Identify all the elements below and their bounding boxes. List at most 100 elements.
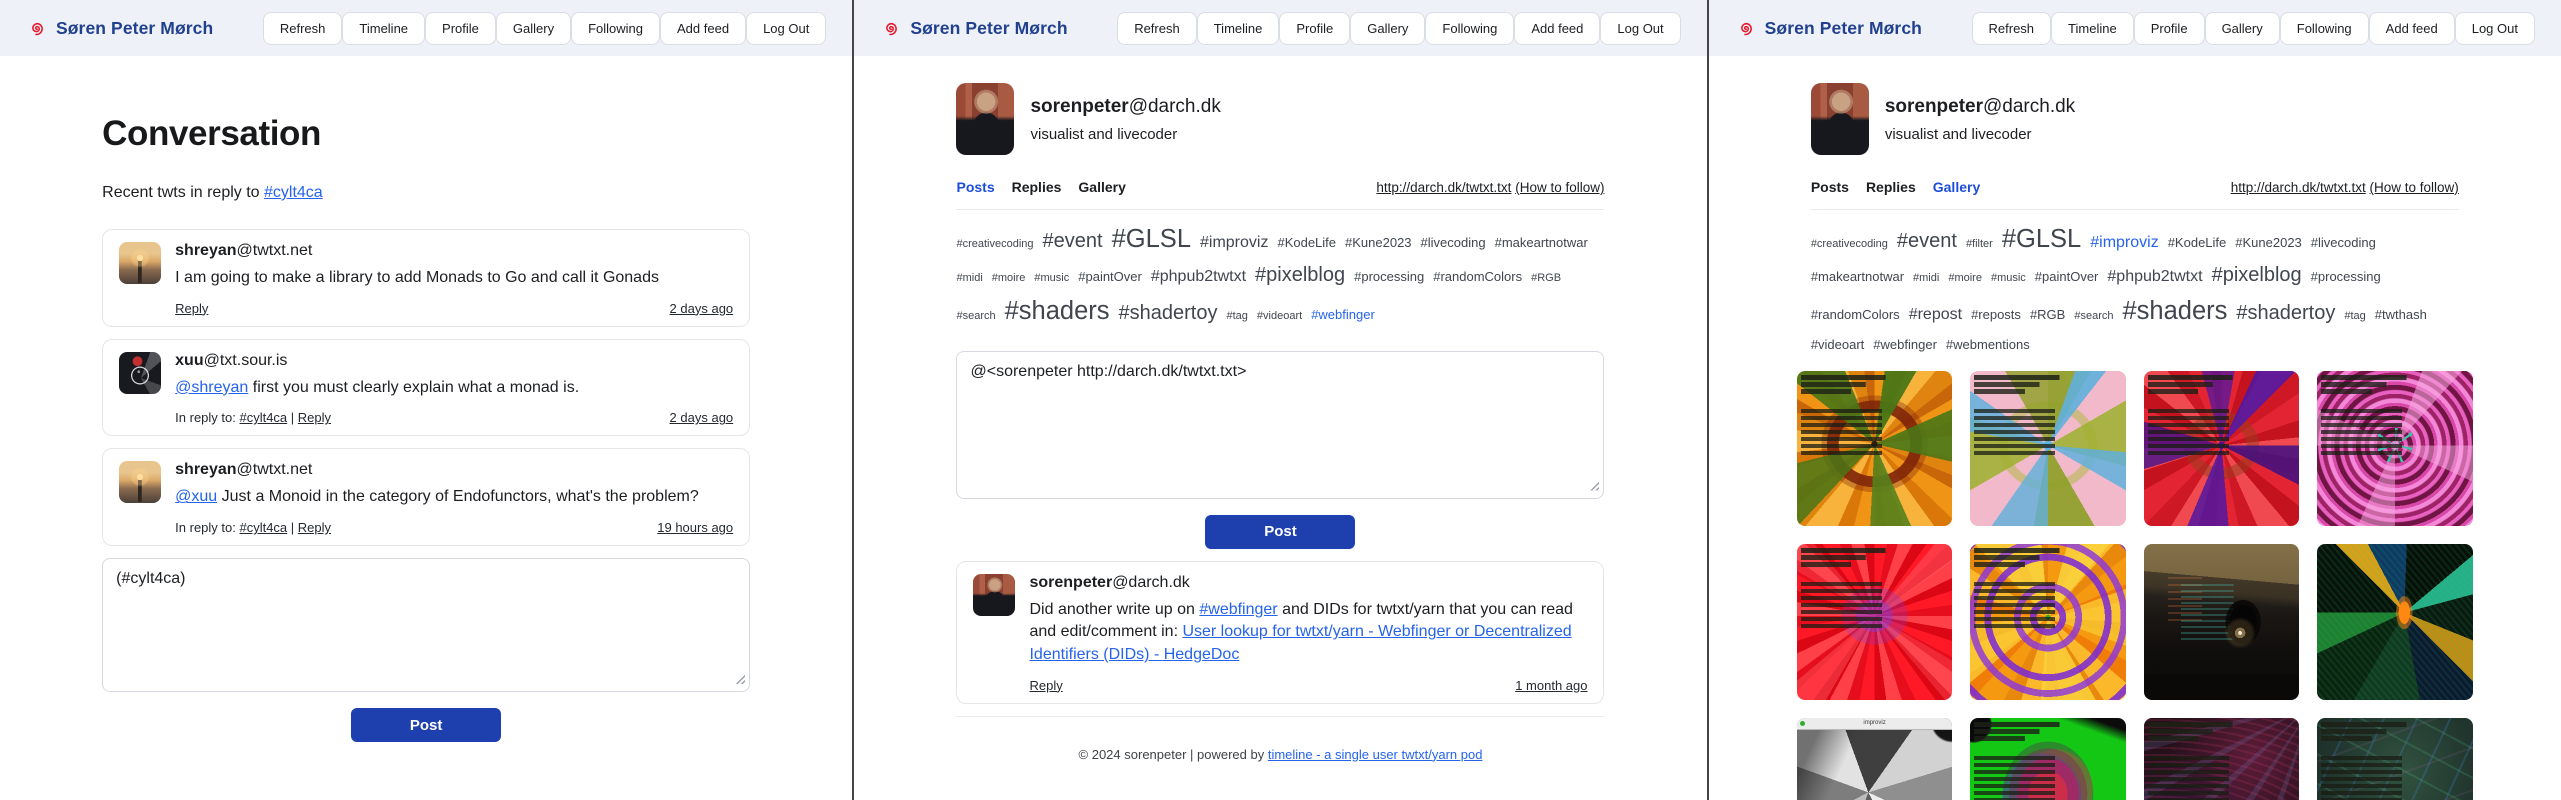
nav-button-log-out[interactable]: Log Out bbox=[746, 12, 826, 45]
hashtag-shaders[interactable]: #shaders bbox=[1005, 292, 1110, 330]
nav-button-profile[interactable]: Profile bbox=[1279, 12, 1350, 45]
reply-link[interactable]: Reply bbox=[298, 520, 331, 535]
in-reply-to-link[interactable]: #cylt4ca bbox=[239, 520, 287, 535]
hashtag-twthash[interactable]: #twthash bbox=[2375, 305, 2427, 325]
nav-button-following[interactable]: Following bbox=[571, 12, 660, 45]
hashtag-KodeLife[interactable]: #KodeLife bbox=[2168, 233, 2227, 253]
nav-button-refresh[interactable]: Refresh bbox=[263, 12, 343, 45]
hashtag-Kune2023[interactable]: #Kune2023 bbox=[1345, 233, 1412, 253]
gallery-image-orange-green-kaleidoscope[interactable] bbox=[1797, 371, 1953, 527]
nav-button-profile[interactable]: Profile bbox=[2134, 12, 2205, 45]
reply-link[interactable]: Reply bbox=[298, 410, 331, 425]
hashtag-randomColors[interactable]: #randomColors bbox=[1811, 305, 1900, 325]
how-to-follow-link[interactable]: (How to follow) bbox=[2370, 180, 2459, 195]
hashtag-pixelblog[interactable]: #pixelblog bbox=[2212, 260, 2302, 290]
timestamp-link[interactable]: 19 hours ago bbox=[657, 520, 733, 535]
nav-button-add-feed[interactable]: Add feed bbox=[2369, 12, 2455, 45]
brand-link[interactable]: Søren Peter Mørch bbox=[26, 17, 213, 39]
nav-button-gallery[interactable]: Gallery bbox=[1350, 12, 1425, 45]
conversation-hash-link[interactable]: #cylt4ca bbox=[264, 184, 323, 201]
nav-button-refresh[interactable]: Refresh bbox=[1972, 12, 2052, 45]
gallery-image-magenta-rings-kaleidoscope[interactable] bbox=[2317, 371, 2473, 527]
nav-button-timeline[interactable]: Timeline bbox=[342, 12, 425, 45]
hashtag-phpub2twtxt[interactable]: #phpub2twtxt bbox=[1151, 265, 1246, 289]
hashtag-filter[interactable]: #filter bbox=[1966, 236, 1993, 253]
brand-link[interactable]: Søren Peter Mørch bbox=[1735, 17, 1922, 39]
hashtag-videoart[interactable]: #videoart bbox=[1811, 335, 1864, 355]
hashtag-makeartnotwar[interactable]: #makeartnotwar bbox=[1811, 267, 1904, 287]
tab-posts[interactable]: Posts bbox=[956, 179, 994, 195]
powered-by-link[interactable]: timeline - a single user twtxt/yarn pod bbox=[1268, 747, 1483, 762]
post-button[interactable]: Post bbox=[351, 708, 501, 742]
how-to-follow-link[interactable]: (How to follow) bbox=[1515, 180, 1604, 195]
reply-link[interactable]: Reply bbox=[1029, 678, 1062, 693]
tab-gallery[interactable]: Gallery bbox=[1078, 179, 1125, 195]
twt-composer-input[interactable]: @<sorenpeter http://darch.dk/twtxt.txt> bbox=[956, 351, 1604, 499]
hashtag-webfinger[interactable]: #webfinger bbox=[1311, 305, 1375, 325]
hashtag-creativecoding[interactable]: #creativecoding bbox=[1811, 236, 1888, 253]
hashtag-tag[interactable]: #tag bbox=[2344, 308, 2365, 325]
gallery-image-dark-wave-lines[interactable] bbox=[2144, 718, 2300, 800]
hashtag-shadertoy[interactable]: #shadertoy bbox=[2236, 298, 2335, 328]
hashtag-pixelblog[interactable]: #pixelblog bbox=[1255, 260, 1345, 290]
tab-gallery[interactable]: Gallery bbox=[1933, 179, 1980, 195]
nav-button-refresh[interactable]: Refresh bbox=[1117, 12, 1197, 45]
hashtag-music[interactable]: #music bbox=[1991, 270, 2026, 287]
nav-button-timeline[interactable]: Timeline bbox=[1197, 12, 1280, 45]
feed-url-link[interactable]: http://darch.dk/twtxt.txt bbox=[2231, 180, 2366, 195]
hashtag-paintOver[interactable]: #paintOver bbox=[1078, 267, 1142, 287]
hashtag-midi[interactable]: #midi bbox=[956, 270, 982, 287]
twt-link[interactable]: @shreyan bbox=[175, 379, 248, 396]
gallery-image-dark-noise-pattern[interactable] bbox=[2317, 718, 2473, 800]
hashtag-event[interactable]: #event bbox=[1043, 226, 1103, 256]
gallery-image-grayscale-improviz-window[interactable]: improviz bbox=[1797, 718, 1953, 800]
nav-button-timeline[interactable]: Timeline bbox=[2051, 12, 2134, 45]
hashtag-tag[interactable]: #tag bbox=[1227, 308, 1248, 325]
gallery-image-livecoding-performance-photo[interactable] bbox=[2144, 544, 2300, 700]
timestamp-link[interactable]: 2 days ago bbox=[670, 410, 734, 425]
hashtag-search[interactable]: #search bbox=[956, 308, 995, 325]
hashtag-processing[interactable]: #processing bbox=[1354, 267, 1424, 287]
hashtag-moire[interactable]: #moire bbox=[992, 270, 1026, 287]
hashtag-GLSL[interactable]: #GLSL bbox=[1112, 220, 1191, 258]
hashtag-search[interactable]: #search bbox=[2074, 308, 2113, 325]
hashtag-Kune2023[interactable]: #Kune2023 bbox=[2235, 233, 2302, 253]
hashtag-reposts[interactable]: #reposts bbox=[1971, 305, 2021, 325]
timestamp-link[interactable]: 2 days ago bbox=[670, 301, 734, 316]
feed-url-link[interactable]: http://darch.dk/twtxt.txt bbox=[1376, 180, 1511, 195]
hashtag-shaders[interactable]: #shaders bbox=[2122, 292, 2227, 330]
hashtag-GLSL[interactable]: #GLSL bbox=[2002, 220, 2081, 258]
twt-link[interactable]: User lookup for twtxt/yarn - Webfinger o… bbox=[1029, 623, 1571, 663]
hashtag-RGB[interactable]: #RGB bbox=[2030, 305, 2065, 325]
timestamp-link[interactable]: 1 month ago bbox=[1515, 678, 1587, 693]
hashtag-midi[interactable]: #midi bbox=[1913, 270, 1939, 287]
in-reply-to-link[interactable]: #cylt4ca bbox=[239, 410, 287, 425]
hashtag-makeartnotwar[interactable]: #makeartnotwar bbox=[1495, 233, 1588, 253]
reply-link[interactable]: Reply bbox=[175, 301, 208, 316]
gallery-image-orange-purple-kaleidoscope[interactable] bbox=[1970, 544, 2126, 700]
nav-button-gallery[interactable]: Gallery bbox=[496, 12, 571, 45]
gallery-image-green-wireframe-blob[interactable] bbox=[1970, 718, 2126, 800]
gallery-image-pink-olive-kaleidoscope[interactable] bbox=[1970, 371, 2126, 527]
hashtag-event[interactable]: #event bbox=[1897, 226, 1957, 256]
hashtag-creativecoding[interactable]: #creativecoding bbox=[956, 236, 1033, 253]
hashtag-music[interactable]: #music bbox=[1034, 270, 1069, 287]
nav-button-log-out[interactable]: Log Out bbox=[1600, 12, 1680, 45]
tab-replies[interactable]: Replies bbox=[1866, 179, 1916, 195]
gallery-image-red-radial-burst[interactable] bbox=[1797, 544, 1953, 700]
hashtag-moire[interactable]: #moire bbox=[1948, 270, 1982, 287]
hashtag-webmentions[interactable]: #webmentions bbox=[1946, 335, 2030, 355]
nav-button-add-feed[interactable]: Add feed bbox=[660, 12, 746, 45]
gallery-image-red-purple-kaleidoscope[interactable] bbox=[2144, 371, 2300, 527]
hashtag-videoart[interactable]: #videoart bbox=[1257, 308, 1302, 325]
hashtag-processing[interactable]: #processing bbox=[2311, 267, 2381, 287]
hashtag-phpub2twtxt[interactable]: #phpub2twtxt bbox=[2107, 265, 2202, 289]
hashtag-shadertoy[interactable]: #shadertoy bbox=[1119, 298, 1218, 328]
hashtag-improviz[interactable]: #improviz bbox=[1200, 231, 1268, 255]
post-button[interactable]: Post bbox=[1205, 515, 1355, 549]
twt-link[interactable]: @xuu bbox=[175, 488, 217, 505]
nav-button-following[interactable]: Following bbox=[2280, 12, 2369, 45]
twt-composer-input[interactable]: (#cylt4ca) bbox=[102, 558, 750, 692]
nav-button-log-out[interactable]: Log Out bbox=[2455, 12, 2535, 45]
hashtag-improviz[interactable]: #improviz bbox=[2090, 231, 2158, 255]
